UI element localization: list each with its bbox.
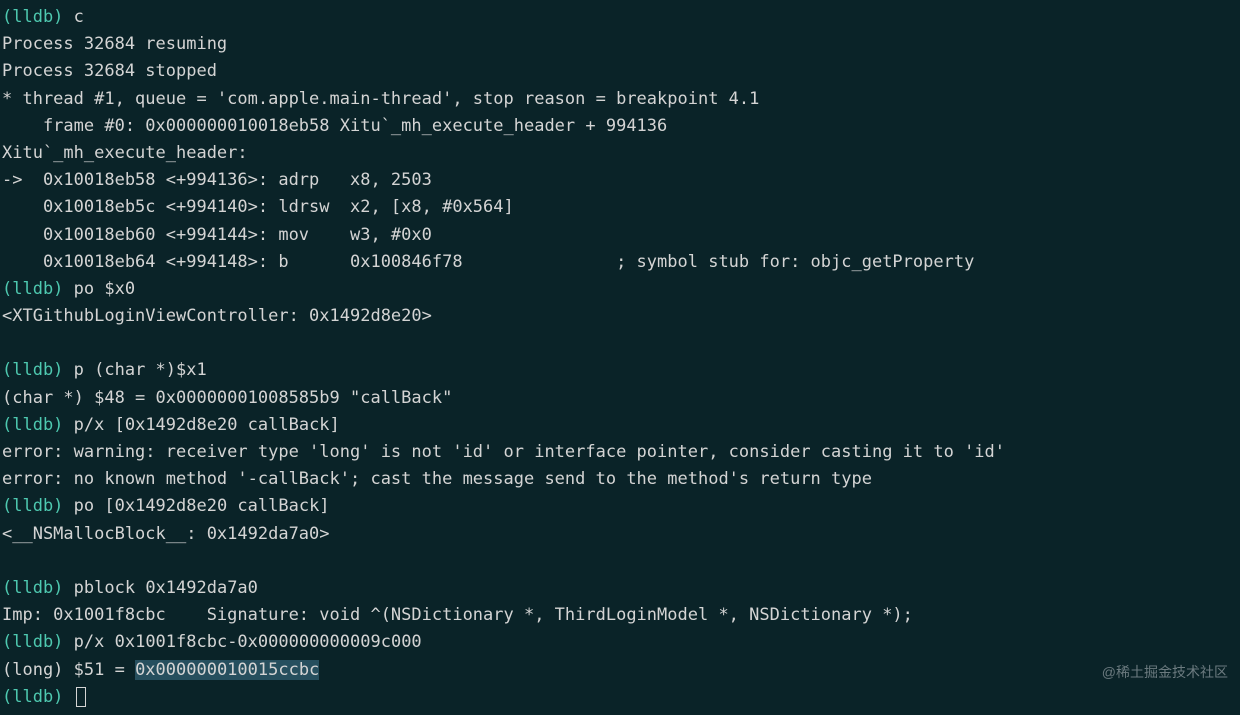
lldb-prompt: (lldb) xyxy=(2,415,63,435)
terminal-line: (lldb) p/x [0x1492d8e20 callBack] xyxy=(2,412,1238,439)
lldb-prompt: (lldb) xyxy=(2,687,63,707)
command-input[interactable]: p/x [0x1492d8e20 callBack] xyxy=(74,415,340,435)
command-input[interactable]: po [0x1492d8e20 callBack] xyxy=(74,496,330,516)
highlighted-address: 0x000000010015ccbc xyxy=(135,660,319,680)
terminal-line: (lldb) c xyxy=(2,4,1238,31)
lldb-prompt: (lldb) xyxy=(2,578,63,598)
blank-line xyxy=(2,330,1238,357)
lldb-prompt: (lldb) xyxy=(2,360,63,380)
output-line: error: warning: receiver type 'long' is … xyxy=(2,439,1238,466)
terminal-line: (lldb) po [0x1492d8e20 callBack] xyxy=(2,493,1238,520)
command-input[interactable]: p (char *)$x1 xyxy=(74,360,207,380)
output-line: frame #0: 0x000000010018eb58 Xitu`_mh_ex… xyxy=(2,113,1238,140)
lldb-prompt: (lldb) xyxy=(2,279,63,299)
output-line: <__NSMallocBlock__: 0x1492da7a0> xyxy=(2,521,1238,548)
lldb-prompt: (lldb) xyxy=(2,496,63,516)
output-line: error: no known method '-callBack'; cast… xyxy=(2,466,1238,493)
command-input[interactable]: p/x 0x1001f8cbc-0x000000000009c000 xyxy=(74,632,422,652)
output-line: <XTGithubLoginViewController: 0x1492d8e2… xyxy=(2,303,1238,330)
output-line: Imp: 0x1001f8cbc Signature: void ^(NSDic… xyxy=(2,602,1238,629)
terminal-line: (lldb) pblock 0x1492da7a0 xyxy=(2,575,1238,602)
watermark: @稀土掘金技术社区 xyxy=(1102,661,1228,683)
lldb-prompt: (lldb) xyxy=(2,7,63,27)
terminal-line: (lldb) po $x0 xyxy=(2,276,1238,303)
terminal-line: (lldb) xyxy=(2,684,1238,711)
output-line: (long) $51 = 0x000000010015ccbc xyxy=(2,657,1238,684)
blank-line xyxy=(2,548,1238,575)
cursor[interactable] xyxy=(76,687,86,707)
terminal-line: (lldb) p/x 0x1001f8cbc-0x000000000009c00… xyxy=(2,629,1238,656)
command-input[interactable]: c xyxy=(74,7,84,27)
output-line: 0x10018eb5c <+994140>: ldrsw x2, [x8, #0… xyxy=(2,194,1238,221)
output-line: Process 32684 stopped xyxy=(2,58,1238,85)
output-line: Process 32684 resuming xyxy=(2,31,1238,58)
output-line: -> 0x10018eb58 <+994136>: adrp x8, 2503 xyxy=(2,167,1238,194)
lldb-prompt: (lldb) xyxy=(2,632,63,652)
terminal-line: (lldb) p (char *)$x1 xyxy=(2,357,1238,384)
command-input[interactable]: po $x0 xyxy=(74,279,135,299)
output-line: 0x10018eb64 <+994148>: b 0x100846f78 ; s… xyxy=(2,249,1238,276)
output-line: * thread #1, queue = 'com.apple.main-thr… xyxy=(2,86,1238,113)
command-input[interactable]: pblock 0x1492da7a0 xyxy=(74,578,258,598)
output-line: (char *) $48 = 0x00000001008585b9 "callB… xyxy=(2,385,1238,412)
output-line: Xitu`_mh_execute_header: xyxy=(2,140,1238,167)
output-line: 0x10018eb60 <+994144>: mov w3, #0x0 xyxy=(2,222,1238,249)
output-prefix: (long) $51 = xyxy=(2,660,135,680)
